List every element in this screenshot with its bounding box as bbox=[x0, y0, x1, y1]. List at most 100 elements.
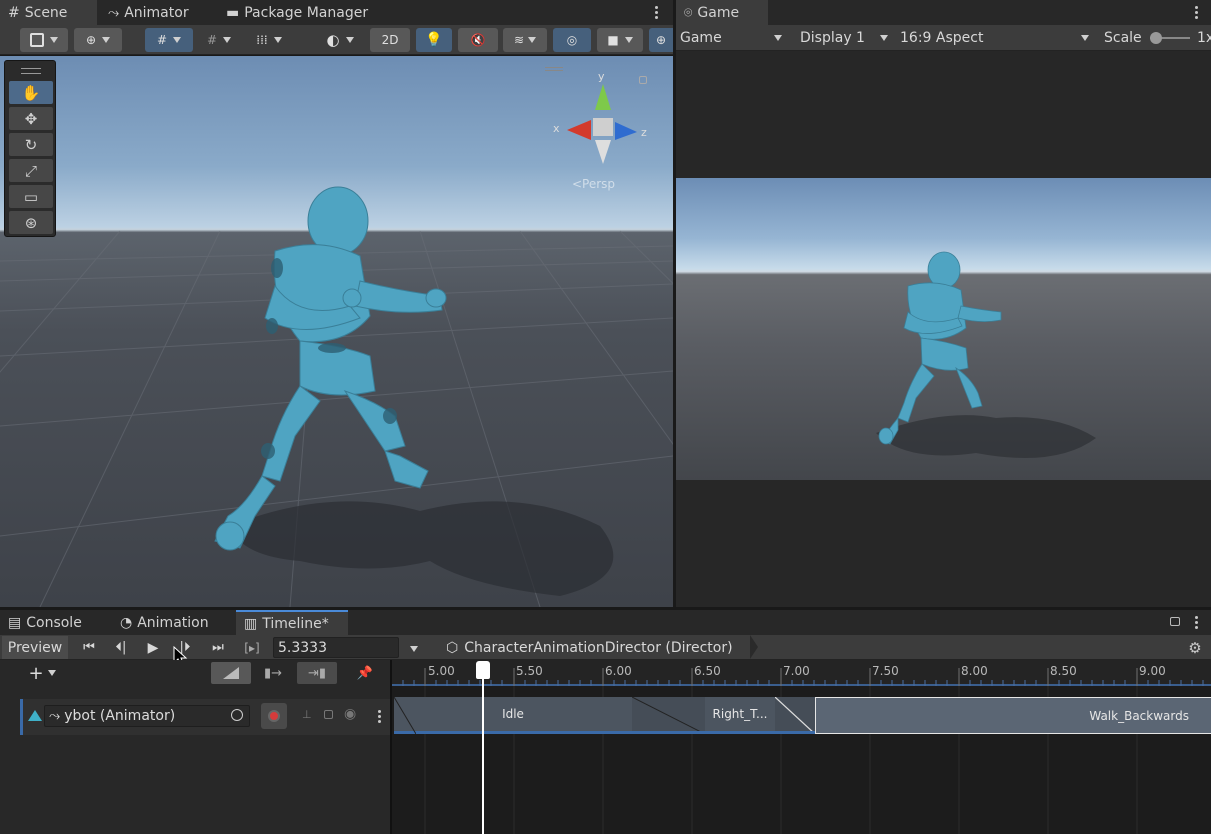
skip-start-icon: ⏮ bbox=[83, 640, 95, 655]
playhead-handle[interactable] bbox=[476, 661, 490, 679]
game-menu-icon[interactable] bbox=[1195, 11, 1198, 14]
frame-value-field[interactable] bbox=[273, 637, 399, 658]
timeline-menu-icon[interactable] bbox=[1195, 621, 1198, 624]
tab-console[interactable]: ▤ Console bbox=[0, 610, 110, 635]
grid-visibility-button[interactable]: ⁞⁞⁞ bbox=[246, 28, 292, 52]
audio-toggle-button[interactable]: 🔇 bbox=[458, 28, 498, 52]
increment-snap-button[interactable]: # bbox=[198, 28, 240, 52]
gamepad-icon: ⌾ bbox=[684, 4, 693, 21]
preview-button[interactable]: Preview bbox=[2, 636, 68, 659]
track-header-area bbox=[0, 660, 390, 834]
timeline-settings-button[interactable]: ⚙ bbox=[1184, 637, 1206, 658]
hidden-objects-toggle[interactable]: ◎ bbox=[553, 28, 591, 52]
record-button[interactable] bbox=[261, 703, 287, 729]
lighting-toggle-button[interactable]: 💡 bbox=[416, 28, 452, 52]
display-dropdown[interactable]: Display 1 bbox=[800, 25, 890, 50]
goto-end-button[interactable]: ⏭ bbox=[204, 636, 232, 659]
globe-icon: ⊕ bbox=[85, 33, 97, 47]
gear-icon: ⚙ bbox=[1188, 638, 1202, 657]
tab-animation[interactable]: ◔ Animation bbox=[112, 610, 234, 635]
camera-icon: ■ bbox=[607, 33, 619, 47]
object-picker-icon[interactable] bbox=[231, 709, 243, 721]
globe-menu-button[interactable]: ⊕ bbox=[74, 28, 122, 52]
track-lock-icon[interactable] bbox=[324, 710, 333, 719]
add-track-button[interactable]: + bbox=[22, 662, 62, 684]
aspect-dropdown[interactable]: 16:9 Aspect bbox=[900, 25, 1091, 50]
game-render[interactable] bbox=[676, 178, 1211, 480]
game-display-mode-dropdown[interactable]: Game bbox=[680, 25, 786, 50]
chevron-down-icon bbox=[410, 646, 418, 652]
brush-icon bbox=[30, 33, 44, 47]
move-icon: ✥ bbox=[24, 109, 38, 128]
shading-mode-button[interactable] bbox=[20, 28, 68, 52]
2d-toggle-button[interactable]: 2D bbox=[370, 28, 410, 52]
replace-mode-button[interactable]: ⇥▮ bbox=[297, 662, 337, 684]
record-icon bbox=[268, 710, 280, 722]
game-character bbox=[876, 251, 1096, 458]
director-breadcrumb[interactable]: ⬡ CharacterAnimationDirector (Director) bbox=[438, 635, 758, 660]
track-pin-icon[interactable]: ⊥ bbox=[302, 708, 312, 721]
panel-grip[interactable] bbox=[21, 68, 41, 74]
clip-idle[interactable]: Idle bbox=[394, 697, 632, 734]
projection-label[interactable]: <Persp bbox=[572, 177, 615, 191]
prev-frame-button[interactable]: ⏴| bbox=[108, 636, 134, 659]
blend-transition-start-idle bbox=[394, 697, 416, 734]
orientation-gizmo-icon bbox=[567, 84, 637, 164]
breadcrumb-separator bbox=[750, 635, 758, 659]
vertical-splitter[interactable] bbox=[673, 0, 676, 607]
draw-mode-button[interactable]: ◐ bbox=[317, 28, 363, 52]
chevron-down-icon bbox=[47, 670, 56, 676]
grid-snap-button[interactable]: # bbox=[145, 28, 193, 52]
clip-right-turn[interactable]: Right_T... bbox=[705, 697, 775, 734]
blend-transition-right-walk[interactable] bbox=[775, 697, 815, 734]
gizmo-y-label: y bbox=[598, 70, 605, 83]
scale-tool-button[interactable]: ⤢ bbox=[9, 159, 53, 182]
transform-icon: ⊛ bbox=[24, 213, 38, 232]
play-button[interactable]: ▶ bbox=[140, 636, 166, 659]
goto-start-button[interactable]: ⏮ bbox=[76, 636, 102, 659]
gizmo-grip bbox=[545, 67, 563, 71]
tab-scene[interactable]: # Scene bbox=[0, 0, 97, 25]
move-tool-button[interactable]: ✥ bbox=[9, 107, 53, 130]
tab-animator[interactable]: ⤳ Animator bbox=[100, 0, 210, 25]
ripple-mode-button[interactable] bbox=[211, 662, 251, 684]
grid-lines-icon: ⁞⁞⁞ bbox=[256, 33, 268, 47]
chevron-down-icon bbox=[1081, 34, 1089, 41]
panel-lock-icon[interactable] bbox=[1170, 617, 1180, 626]
markers-button[interactable]: 📌 bbox=[353, 662, 377, 684]
transform-tool-button[interactable]: ⊛ bbox=[9, 211, 53, 234]
track-binding-field[interactable]: ⤳ ybot (Animator) bbox=[44, 705, 250, 727]
plus-icon: + bbox=[28, 662, 44, 684]
tab-package-manager[interactable]: ▬ Package Manager bbox=[218, 0, 388, 25]
camera-settings-button[interactable]: ■ bbox=[597, 28, 643, 52]
tab-game[interactable]: ⌾ Game bbox=[676, 0, 768, 25]
clip-walk-backwards[interactable]: Walk_Backwards bbox=[815, 697, 1211, 734]
rect-tool-button[interactable]: ▭ bbox=[9, 185, 53, 208]
rect-icon: ▭ bbox=[23, 187, 39, 206]
rotate-icon: ↻ bbox=[24, 135, 38, 154]
track-visibility-icon[interactable]: ◉ bbox=[344, 706, 356, 722]
play-icon: ▶ bbox=[147, 639, 159, 656]
effects-button[interactable]: ≋ bbox=[503, 28, 547, 52]
rotate-tool-button[interactable]: ↻ bbox=[9, 133, 53, 156]
audio-muted-icon: 🔇 bbox=[470, 33, 486, 47]
snap-icon: # bbox=[206, 33, 218, 47]
hand-tool-button[interactable]: ✋ bbox=[9, 81, 53, 104]
blend-transition-idle-right[interactable] bbox=[632, 697, 705, 734]
frame-format-dropdown[interactable] bbox=[404, 642, 424, 656]
push-icon: ▮→ bbox=[263, 665, 283, 681]
play-range-button[interactable]: [▸] bbox=[238, 636, 266, 659]
mix-mode-button[interactable]: ▮→ bbox=[256, 662, 290, 684]
ruler-ticks bbox=[402, 668, 1204, 686]
gizmo-z-label: z bbox=[641, 126, 647, 139]
scale-slider[interactable] bbox=[1150, 32, 1190, 44]
tab-timeline[interactable]: ▥ Timeline* bbox=[236, 610, 348, 635]
sphere-icon: ◐ bbox=[326, 31, 340, 49]
scene-gizmo[interactable]: y x z <Persp bbox=[545, 62, 655, 192]
layers-icon: ≋ bbox=[513, 33, 525, 47]
scale-slider-thumb[interactable] bbox=[1150, 32, 1162, 44]
track-type-icon bbox=[28, 710, 42, 721]
gizmos-button[interactable]: ⊕ bbox=[649, 28, 673, 52]
track-menu-icon[interactable] bbox=[378, 715, 381, 718]
scene-menu-icon[interactable] bbox=[655, 11, 658, 14]
